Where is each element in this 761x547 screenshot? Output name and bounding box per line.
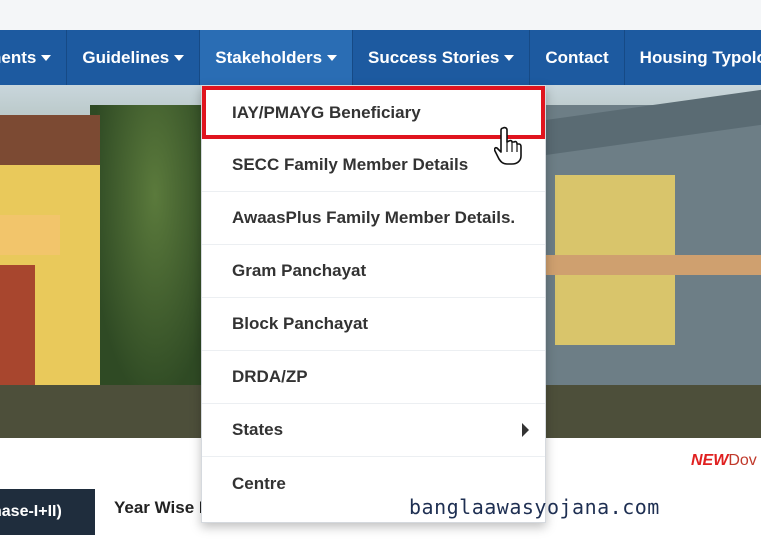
top-strip bbox=[0, 0, 761, 30]
menu-item-drda-zp[interactable]: DRDA/ZP bbox=[202, 351, 545, 404]
menu-item-label: Gram Panchayat bbox=[232, 261, 367, 280]
menu-item-awaasplus-family-member-details[interactable]: AwaasPlus Family Member Details. bbox=[202, 192, 545, 245]
tab-phase[interactable]: hase-I+II) bbox=[0, 489, 95, 535]
menu-item-label: AwaasPlus Family Member Details. bbox=[232, 208, 516, 227]
nav-item-guidelines[interactable]: Guidelines bbox=[67, 30, 201, 85]
download-link-text: Dov bbox=[728, 452, 757, 469]
house-window bbox=[0, 215, 60, 255]
caret-down-icon bbox=[327, 54, 338, 61]
menu-item-label: Centre bbox=[232, 473, 286, 493]
menu-item-block-panchayat[interactable]: Block Panchayat bbox=[202, 298, 545, 351]
watermark-text: banglaawasyojana.com bbox=[409, 495, 660, 519]
nav-item-stakeholders[interactable]: Stakeholders bbox=[200, 30, 354, 85]
house-railing bbox=[545, 255, 761, 275]
main-navbar: nents Guidelines Stakeholders Success St… bbox=[0, 30, 761, 85]
nav-item-components[interactable]: nents bbox=[0, 30, 68, 85]
menu-item-label: Block Panchayat bbox=[232, 314, 369, 333]
nav-item-label: Contact bbox=[545, 47, 609, 67]
nav-item-label: nents bbox=[0, 47, 37, 67]
new-badge: NEW bbox=[691, 452, 729, 469]
tab-phase-label: hase-I+II) bbox=[0, 503, 62, 520]
caret-down-icon bbox=[174, 54, 185, 61]
menu-item-label: States bbox=[232, 420, 284, 439]
hero-house-right bbox=[545, 89, 761, 415]
menu-item-states[interactable]: States bbox=[202, 404, 545, 457]
tab-year-wise-label: Year Wise P bbox=[114, 498, 211, 517]
house-door bbox=[0, 265, 35, 385]
menu-item-label: IAY/PMAYG Beneficiary bbox=[232, 102, 421, 122]
menu-item-label: SECC Family Member Details bbox=[232, 155, 469, 174]
hand-pointer-cursor-icon bbox=[494, 126, 522, 165]
caret-down-icon bbox=[41, 54, 52, 61]
nav-item-housing-typologies[interactable]: Housing Typologi bbox=[625, 30, 761, 85]
house-roof bbox=[0, 115, 100, 165]
caret-down-icon bbox=[504, 54, 515, 61]
nav-item-success-stories[interactable]: Success Stories bbox=[353, 30, 531, 85]
chevron-right-icon bbox=[522, 423, 529, 437]
new-download-link[interactable]: NEWDov bbox=[691, 452, 757, 470]
nav-item-label: Stakeholders bbox=[215, 47, 323, 67]
hero-house-left bbox=[0, 115, 100, 415]
menu-item-gram-panchayat[interactable]: Gram Panchayat bbox=[202, 245, 545, 298]
menu-item-label: DRDA/ZP bbox=[232, 367, 308, 386]
nav-item-contact[interactable]: Contact bbox=[530, 30, 625, 85]
nav-item-label: Housing Typologi bbox=[639, 47, 761, 67]
nav-item-label: Guidelines bbox=[82, 47, 170, 67]
nav-item-label: Success Stories bbox=[368, 47, 500, 67]
tab-year-wise[interactable]: Year Wise P bbox=[114, 498, 210, 518]
